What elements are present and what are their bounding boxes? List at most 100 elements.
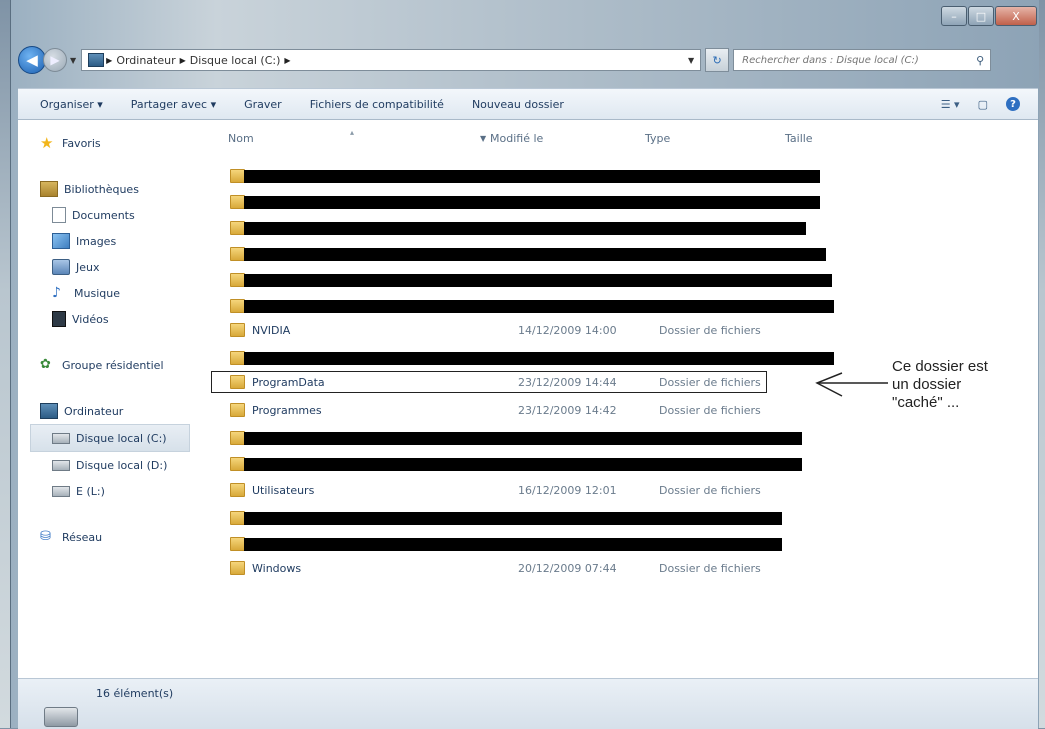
file-type: Dossier de fichiers <box>659 483 761 497</box>
file-name: Programmes <box>252 403 322 417</box>
file-type: Dossier de fichiers <box>659 375 761 389</box>
breadcrumb-disque-c[interactable]: Disque local (C:) <box>190 54 281 67</box>
video-icon <box>52 311 66 327</box>
refresh-button[interactable]: ↻ <box>705 48 730 72</box>
library-icon <box>40 181 58 197</box>
file-name: Utilisateurs <box>252 483 315 497</box>
games-icon <box>52 259 70 275</box>
nav-label: Réseau <box>62 530 103 544</box>
address-bar[interactable]: ▶ Ordinateur ▶ Disque local (C:) ▶ ▼ <box>81 49 702 71</box>
search-box[interactable]: ⚲ <box>733 49 992 71</box>
column-dropdown-icon[interactable]: ▼ <box>480 134 486 143</box>
table-row[interactable] <box>230 166 830 186</box>
preview-pane-icon[interactable]: ▢ <box>978 98 988 111</box>
folder-icon <box>230 169 245 183</box>
table-row[interactable]: Utilisateurs 16/12/2009 12:01 Dossier de… <box>230 480 830 500</box>
share-button[interactable]: Partager avec ▾ <box>131 98 216 111</box>
recent-pages-dropdown[interactable]: ▼ <box>70 56 76 65</box>
nav-favorites[interactable]: ★ Favoris <box>18 130 200 156</box>
table-row-programdata[interactable]: ProgramData 23/12/2009 14:44 Dossier de … <box>211 371 767 393</box>
file-modified: 23/12/2009 14:44 <box>518 375 617 389</box>
table-row[interactable] <box>230 508 830 528</box>
column-headers: ▴ Nom ▼ Modifié le Type Taille <box>200 128 1038 150</box>
table-row[interactable]: NVIDIA 14/12/2009 14:00 Dossier de fichi… <box>230 320 830 340</box>
nav-drive-e[interactable]: E (L:) <box>18 478 200 504</box>
nav-images[interactable]: Images <box>18 228 200 254</box>
nav-videos[interactable]: Vidéos <box>18 306 200 332</box>
breadcrumb-separator-icon[interactable]: ▶ <box>180 56 186 65</box>
breadcrumb-separator-icon[interactable]: ▶ <box>284 56 290 65</box>
burn-button[interactable]: Graver <box>244 98 282 111</box>
organize-button[interactable]: Organiser ▾ <box>40 98 103 111</box>
folder-icon <box>230 247 245 261</box>
nav-label: Disque local (C:) <box>76 431 167 445</box>
command-bar: Organiser ▾ Partager avec ▾ Graver Fichi… <box>18 88 1038 120</box>
toolbar-right: ☰ ▾ ▢ ? <box>941 97 1038 111</box>
table-row[interactable] <box>230 428 830 448</box>
redaction-bar <box>244 457 802 471</box>
refresh-icon: ↻ <box>712 53 722 67</box>
nav-label: Jeux <box>76 260 100 274</box>
nav-drive-c[interactable]: Disque local (C:) <box>30 424 190 452</box>
column-header-name[interactable]: Nom <box>228 132 254 145</box>
redaction-bar <box>244 247 826 261</box>
nav-drive-d[interactable]: Disque local (D:) <box>18 452 200 478</box>
address-row: ◀ ▶ ▼ ▶ Ordinateur ▶ Disque local (C:) ▶… <box>18 46 1038 74</box>
search-icon[interactable]: ⚲ <box>976 54 984 67</box>
file-type: Dossier de fichiers <box>659 323 761 337</box>
nav-homegroup[interactable]: ✿ Groupe résidentiel <box>18 352 200 378</box>
table-row[interactable] <box>230 270 832 290</box>
table-row[interactable] <box>230 348 834 368</box>
search-input[interactable] <box>740 53 965 67</box>
back-button[interactable]: ◀ <box>18 46 46 74</box>
music-icon: ♪ <box>52 285 61 301</box>
table-row[interactable] <box>230 244 830 264</box>
folder-icon <box>230 537 245 551</box>
computer-icon <box>88 53 105 67</box>
folder-icon <box>230 403 245 417</box>
arrow-left-icon: ◀ <box>26 51 38 69</box>
view-options-icon[interactable]: ☰ ▾ <box>941 98 960 111</box>
drive-icon <box>52 432 70 444</box>
column-header-type[interactable]: Type <box>645 132 670 145</box>
nav-label: Ordinateur <box>64 404 124 418</box>
table-row[interactable] <box>230 218 830 238</box>
nav-label: Musique <box>74 286 120 300</box>
table-row[interactable] <box>230 296 834 316</box>
new-folder-button[interactable]: Nouveau dossier <box>472 98 564 111</box>
minimize-button[interactable]: – <box>941 6 967 26</box>
nav-label: Disque local (D:) <box>76 458 168 472</box>
file-type: Dossier de fichiers <box>659 403 761 417</box>
nav-computer[interactable]: Ordinateur <box>18 398 200 424</box>
drive-icon <box>52 485 70 497</box>
forward-button[interactable]: ▶ <box>43 48 67 72</box>
nav-documents[interactable]: Documents <box>18 202 200 228</box>
nav-music[interactable]: ♪ Musique <box>18 280 200 306</box>
maximize-button[interactable]: □ <box>968 6 994 26</box>
column-header-modified[interactable]: Modifié le <box>490 132 543 145</box>
folder-icon <box>230 561 245 575</box>
column-header-size[interactable]: Taille <box>785 132 813 145</box>
item-count: 16 élément(s) <box>96 687 174 700</box>
folder-icon <box>230 511 245 525</box>
folder-icon <box>230 457 245 471</box>
address-dropdown-icon[interactable]: ▼ <box>688 56 694 65</box>
breadcrumb-ordinateur[interactable]: Ordinateur <box>116 54 175 67</box>
folder-icon <box>230 299 245 313</box>
compatibility-files-button[interactable]: Fichiers de compatibilité <box>310 98 444 111</box>
file-name: ProgramData <box>252 375 325 389</box>
close-button[interactable]: X <box>995 6 1037 26</box>
folder-icon <box>230 323 245 337</box>
network-icon: ⛁ <box>40 529 51 544</box>
table-row[interactable] <box>230 534 830 554</box>
table-row[interactable]: Programmes 23/12/2009 14:42 Dossier de f… <box>230 400 830 420</box>
nav-games[interactable]: Jeux <box>18 254 200 280</box>
breadcrumb-separator-icon[interactable]: ▶ <box>106 56 112 65</box>
table-row[interactable] <box>230 192 830 212</box>
table-row[interactable] <box>230 454 830 474</box>
nav-libraries[interactable]: Bibliothèques <box>18 176 200 202</box>
redaction-bar <box>244 273 832 287</box>
help-icon[interactable]: ? <box>1006 97 1020 111</box>
nav-network[interactable]: ⛁ Réseau <box>18 524 200 550</box>
table-row[interactable]: Windows 20/12/2009 07:44 Dossier de fich… <box>230 558 830 578</box>
